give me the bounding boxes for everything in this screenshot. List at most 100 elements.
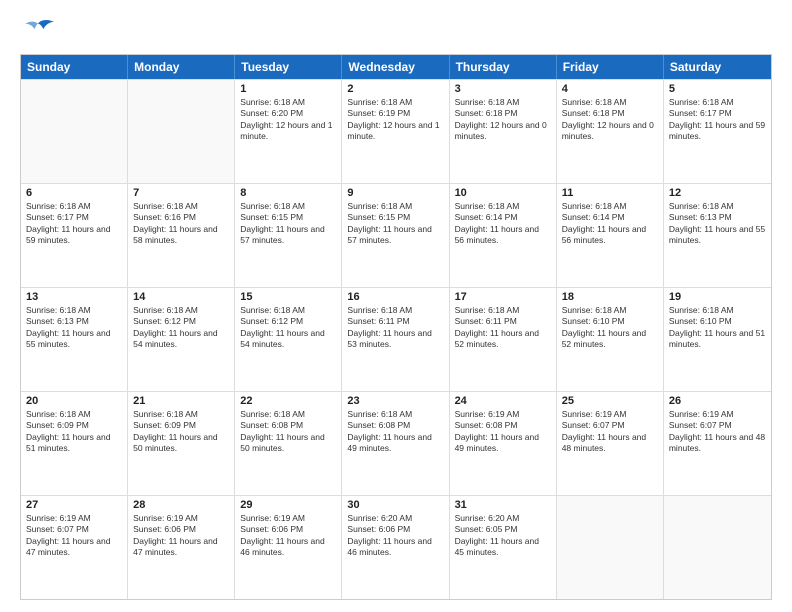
day-number: 2 [347,83,443,95]
day-cell-24: 24 Sunrise: 6:19 AM Sunset: 6:08 PM Dayli… [450,392,557,495]
day-number: 16 [347,291,443,303]
cell-info: Sunrise: 6:19 AM Sunset: 6:08 PM Dayligh… [455,409,551,455]
day-header-thursday: Thursday [450,55,557,79]
day-number: 15 [240,291,336,303]
day-number: 17 [455,291,551,303]
day-cell-17: 17 Sunrise: 6:18 AM Sunset: 6:11 PM Dayli… [450,288,557,391]
calendar-row: 1Sunrise: 6:18 AM Sunset: 6:20 PM Daylig… [21,79,771,183]
day-number: 19 [669,291,766,303]
cell-info: Sunrise: 6:18 AM Sunset: 6:10 PM Dayligh… [669,305,766,351]
day-cell-6: 6 Sunrise: 6:18 AM Sunset: 6:17 PM Daylig… [21,184,128,287]
day-cell-5: 5 Sunrise: 6:18 AM Sunset: 6:17 PM Daylig… [664,80,771,183]
calendar-header: SundayMondayTuesdayWednesdayThursdayFrid… [21,55,771,79]
day-cell-25: 25Sunrise: 6:19 AM Sunset: 6:07 PM Dayli… [557,392,664,495]
day-number: 6 [26,187,122,199]
day-number: 30 [347,499,443,511]
cell-info: Sunrise: 6:18 AM Sunset: 6:18 PM Dayligh… [562,97,658,143]
day-number: 27 [26,499,122,511]
cell-info: Sunrise: 6:18 AM Sunset: 6:09 PM Dayligh… [133,409,229,455]
empty-cell [21,80,128,183]
day-cell-11: 11 Sunrise: 6:18 AM Sunset: 6:14 PM Dayli… [557,184,664,287]
day-number: 5 [669,83,766,95]
day-header-sunday: Sunday [21,55,128,79]
cell-info: Sunrise: 6:18 AM Sunset: 6:16 PM Dayligh… [133,201,229,247]
day-cell-19: 19 Sunrise: 6:18 AM Sunset: 6:10 PM Dayli… [664,288,771,391]
day-cell-15: 15 Sunrise: 6:18 AM Sunset: 6:12 PM Dayli… [235,288,342,391]
cell-info: Sunrise: 6:18 AM Sunset: 6:10 PM Dayligh… [562,305,658,351]
cell-info: Sunrise: 6:18 AM Sunset: 6:13 PM Dayligh… [669,201,766,247]
day-number: 23 [347,395,443,407]
header [20,16,772,44]
cell-info: Sunrise: 6:18 AM Sunset: 6:09 PM Dayligh… [26,409,122,455]
day-cell-8: 8 Sunrise: 6:18 AM Sunset: 6:15 PM Daylig… [235,184,342,287]
day-number: 11 [562,187,658,199]
day-cell-4: 4 Sunrise: 6:18 AM Sunset: 6:18 PM Daylig… [557,80,664,183]
day-cell-21: 21 Sunrise: 6:18 AM Sunset: 6:09 PM Dayli… [128,392,235,495]
cell-info: Sunrise: 6:19 AM Sunset: 6:06 PM Dayligh… [240,513,336,559]
day-cell-31: 31Sunrise: 6:20 AM Sunset: 6:05 PM Dayli… [450,496,557,599]
cell-info: Sunrise: 6:18 AM Sunset: 6:14 PM Dayligh… [562,201,658,247]
cell-info: Sunrise: 6:18 AM Sunset: 6:13 PM Dayligh… [26,305,122,351]
day-cell-22: 22 Sunrise: 6:18 AM Sunset: 6:08 PM Dayli… [235,392,342,495]
calendar-row: 6 Sunrise: 6:18 AM Sunset: 6:17 PM Daylig… [21,183,771,287]
cell-info: Sunrise: 6:18 AM Sunset: 6:14 PM Dayligh… [455,201,551,247]
cell-info: Sunrise: 6:18 AM Sunset: 6:12 PM Dayligh… [240,305,336,351]
day-number: 20 [26,395,122,407]
day-number: 9 [347,187,443,199]
day-number: 10 [455,187,551,199]
day-number: 18 [562,291,658,303]
cell-info: Sunrise: 6:19 AM Sunset: 6:07 PM Dayligh… [26,513,122,559]
day-header-monday: Monday [128,55,235,79]
cell-info: Sunrise: 6:19 AM Sunset: 6:07 PM Dayligh… [562,409,658,455]
day-cell-26: 26 Sunrise: 6:19 AM Sunset: 6:07 PM Dayli… [664,392,771,495]
cell-info: Sunrise: 6:18 AM Sunset: 6:20 PM Dayligh… [240,97,336,143]
page: SundayMondayTuesdayWednesdayThursdayFrid… [0,0,792,612]
calendar-row: 27 Sunrise: 6:19 AM Sunset: 6:07 PM Dayli… [21,495,771,599]
day-number: 3 [455,83,551,95]
day-cell-23: 23 Sunrise: 6:18 AM Sunset: 6:08 PM Dayli… [342,392,449,495]
day-cell-28: 28Sunrise: 6:19 AM Sunset: 6:06 PM Dayli… [128,496,235,599]
logo [20,16,60,44]
calendar: SundayMondayTuesdayWednesdayThursdayFrid… [20,54,772,600]
day-number: 21 [133,395,229,407]
cell-info: Sunrise: 6:18 AM Sunset: 6:08 PM Dayligh… [240,409,336,455]
day-number: 7 [133,187,229,199]
cell-info: Sunrise: 6:18 AM Sunset: 6:17 PM Dayligh… [669,97,766,143]
day-header-saturday: Saturday [664,55,771,79]
cell-info: Sunrise: 6:18 AM Sunset: 6:08 PM Dayligh… [347,409,443,455]
day-header-wednesday: Wednesday [342,55,449,79]
day-cell-14: 14Sunrise: 6:18 AM Sunset: 6:12 PM Dayli… [128,288,235,391]
day-number: 12 [669,187,766,199]
cell-info: Sunrise: 6:18 AM Sunset: 6:15 PM Dayligh… [240,201,336,247]
calendar-row: 13 Sunrise: 6:18 AM Sunset: 6:13 PM Dayli… [21,287,771,391]
day-cell-2: 2Sunrise: 6:18 AM Sunset: 6:19 PM Daylig… [342,80,449,183]
day-number: 22 [240,395,336,407]
day-cell-16: 16 Sunrise: 6:18 AM Sunset: 6:11 PM Dayli… [342,288,449,391]
day-cell-13: 13 Sunrise: 6:18 AM Sunset: 6:13 PM Dayli… [21,288,128,391]
day-number: 14 [133,291,229,303]
cell-info: Sunrise: 6:18 AM Sunset: 6:11 PM Dayligh… [347,305,443,351]
cell-info: Sunrise: 6:18 AM Sunset: 6:17 PM Dayligh… [26,201,122,247]
cell-info: Sunrise: 6:20 AM Sunset: 6:06 PM Dayligh… [347,513,443,559]
cell-info: Sunrise: 6:18 AM Sunset: 6:11 PM Dayligh… [455,305,551,351]
day-cell-29: 29Sunrise: 6:19 AM Sunset: 6:06 PM Dayli… [235,496,342,599]
calendar-row: 20 Sunrise: 6:18 AM Sunset: 6:09 PM Dayli… [21,391,771,495]
logo-icon [20,16,56,44]
day-number: 8 [240,187,336,199]
day-cell-10: 10 Sunrise: 6:18 AM Sunset: 6:14 PM Dayli… [450,184,557,287]
cell-info: Sunrise: 6:19 AM Sunset: 6:07 PM Dayligh… [669,409,766,455]
day-cell-18: 18 Sunrise: 6:18 AM Sunset: 6:10 PM Dayli… [557,288,664,391]
day-cell-30: 30 Sunrise: 6:20 AM Sunset: 6:06 PM Dayli… [342,496,449,599]
calendar-body: 1Sunrise: 6:18 AM Sunset: 6:20 PM Daylig… [21,79,771,599]
cell-info: Sunrise: 6:19 AM Sunset: 6:06 PM Dayligh… [133,513,229,559]
day-cell-3: 3Sunrise: 6:18 AM Sunset: 6:18 PM Daylig… [450,80,557,183]
day-number: 13 [26,291,122,303]
day-number: 26 [669,395,766,407]
empty-cell [557,496,664,599]
day-cell-9: 9Sunrise: 6:18 AM Sunset: 6:15 PM Daylig… [342,184,449,287]
day-number: 4 [562,83,658,95]
day-header-friday: Friday [557,55,664,79]
day-cell-27: 27 Sunrise: 6:19 AM Sunset: 6:07 PM Dayli… [21,496,128,599]
cell-info: Sunrise: 6:20 AM Sunset: 6:05 PM Dayligh… [455,513,551,559]
day-number: 24 [455,395,551,407]
